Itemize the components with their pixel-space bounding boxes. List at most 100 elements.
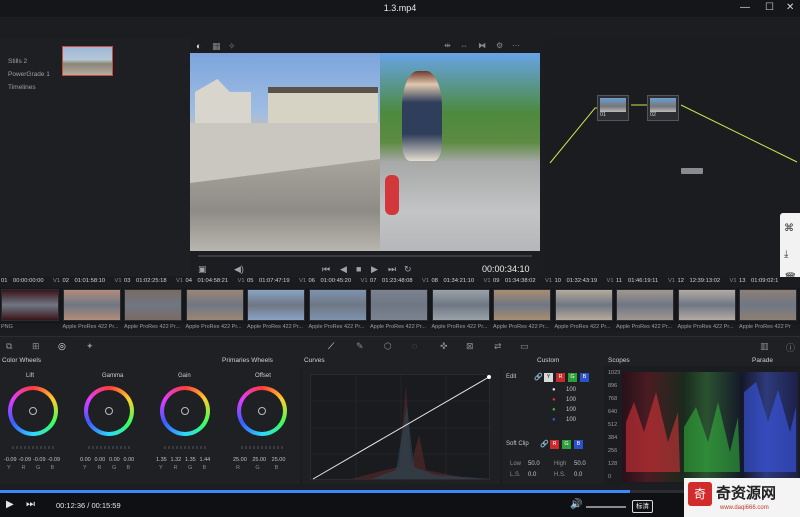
color-wheel[interactable] [84, 386, 134, 436]
wheel-value[interactable]: 1.35 [156, 457, 167, 463]
compare-icon[interactable]: ⇔ [460, 41, 468, 50]
wheel-value[interactable]: 1.44 [200, 457, 211, 463]
y-intensity[interactable]: 100 [566, 387, 576, 393]
link-icon[interactable]: 🔗 [534, 373, 543, 381]
gallery-item-timelines[interactable]: Timelines [0, 82, 60, 93]
still-thumbnail[interactable] [62, 46, 113, 76]
volume-icon[interactable]: 🔊 [570, 499, 582, 510]
color-match-icon[interactable]: ⊞ [32, 341, 40, 352]
key-icon[interactable]: ⇄ [494, 341, 502, 352]
clip-thumbnail[interactable] [431, 289, 490, 321]
quality-button[interactable]: 标清 [632, 500, 653, 513]
r-intensity[interactable]: 100 [566, 397, 576, 403]
channel-b-toggle[interactable]: B [580, 373, 589, 382]
high-value[interactable]: 50.0 [574, 461, 586, 467]
magic-mask-icon[interactable]: ✜ [440, 341, 448, 352]
channel-y-toggle[interactable]: Y [544, 373, 553, 382]
clip-thumbnail[interactable] [616, 289, 674, 321]
maximize-button[interactable]: ☐ [765, 2, 774, 13]
tracker-icon[interactable]: ◌ [412, 341, 417, 351]
window-icon[interactable]: ⬡ [384, 341, 392, 352]
wheel-puck[interactable] [29, 407, 37, 415]
clip-thumbnail[interactable] [62, 289, 121, 321]
color-wheels-icon[interactable]: ◎ [58, 341, 66, 352]
soft-clip-g[interactable]: G [562, 440, 571, 449]
ls-value[interactable]: 0.0 [528, 472, 536, 478]
soft-clip-r[interactable]: R [550, 440, 559, 449]
primaries-wheels-dropdown[interactable]: Primaries Wheels [222, 357, 273, 364]
gallery-item-stills[interactable]: Stills 2 [0, 56, 60, 67]
soft-clip-b[interactable]: B [574, 440, 583, 449]
channel-g-toggle[interactable]: G [568, 373, 577, 382]
wheel-value[interactable]: -0.09 [33, 457, 46, 463]
clip-thumbnail[interactable] [247, 289, 305, 321]
wheel-value[interactable]: -0.09 [19, 457, 32, 463]
close-button[interactable]: ✕ [786, 2, 794, 13]
wheel-value[interactable]: 25.00 [233, 457, 247, 463]
node-output[interactable] [681, 168, 703, 174]
split-icon[interactable]: ⇹ [444, 41, 451, 50]
clip-thumbnail[interactable] [677, 289, 736, 321]
video-viewer[interactable] [190, 53, 540, 251]
wheel-value[interactable]: -0.09 [4, 457, 17, 463]
channel-r-toggle[interactable]: R [556, 373, 565, 382]
clip-thumbnail[interactable] [554, 289, 613, 321]
wheel-value[interactable]: 1.32 [171, 457, 182, 463]
color-wheel[interactable] [8, 386, 58, 436]
wheel-puck[interactable] [181, 407, 189, 415]
wand-icon[interactable]: ✧ [228, 41, 236, 52]
low-value[interactable]: 50.0 [528, 461, 540, 467]
info-icon[interactable]: ⓘ [786, 341, 795, 354]
minimize-button[interactable]: — [740, 2, 750, 13]
node-02[interactable]: 02 [647, 95, 679, 121]
node-editor[interactable]: 01 02 [545, 38, 800, 276]
blur-icon[interactable]: ⊠ [466, 341, 474, 352]
clip-thumbnail[interactable] [493, 289, 551, 321]
parade-dropdown[interactable]: Parade [752, 357, 773, 364]
wheel-value[interactable]: 25.00 [252, 457, 266, 463]
wheel-value[interactable]: 0.00 [109, 457, 120, 463]
color-wheel[interactable] [237, 386, 287, 436]
sizing-icon[interactable]: ▭ [520, 341, 529, 352]
master-wheel[interactable] [88, 446, 130, 449]
player-progress[interactable] [0, 490, 800, 493]
more-icon[interactable]: ⋯ [512, 41, 520, 50]
clip-thumbnail[interactable] [370, 289, 428, 321]
loop-icon[interactable]: ↻ [404, 264, 412, 275]
wheel-puck[interactable] [258, 407, 266, 415]
stop-icon[interactable]: ■ [356, 264, 361, 274]
master-wheel[interactable] [12, 446, 54, 449]
clip-thumbnail[interactable] [185, 289, 244, 321]
clip-thumbnail[interactable] [1, 289, 59, 321]
wheel-value[interactable]: -0.09 [48, 457, 61, 463]
volume-icon[interactable]: ◀) [234, 264, 244, 275]
rgb-mixer-icon[interactable]: ✦ [86, 341, 94, 352]
settings-icon[interactable]: ⚙ [496, 41, 503, 50]
viewer-scrubber[interactable] [198, 255, 532, 257]
mirror-icon[interactable]: ⧓ [478, 41, 486, 50]
clip-thumbnail[interactable] [124, 289, 182, 321]
custom-dropdown[interactable]: Custom [537, 357, 559, 364]
soft-clip-link-icon[interactable]: 🔗 [540, 440, 549, 448]
grid-icon[interactable]: ▦ [212, 41, 221, 52]
play-icon[interactable]: ▶ [371, 264, 378, 275]
b-intensity[interactable]: 100 [566, 417, 576, 423]
volume-slider[interactable] [586, 506, 626, 508]
wheel-value[interactable]: 0.00 [80, 457, 91, 463]
hs-value[interactable]: 0.0 [574, 472, 582, 478]
master-wheel[interactable] [241, 446, 283, 449]
next-icon[interactable]: ⏭ [26, 499, 35, 510]
share-icon[interactable]: ⌘ [784, 223, 794, 234]
wheel-value[interactable]: 0.00 [95, 457, 106, 463]
scopes-icon[interactable]: ▥ [760, 341, 769, 352]
wheel-value[interactable]: 0.00 [124, 457, 135, 463]
wheel-puck[interactable] [105, 407, 113, 415]
master-wheel[interactable] [164, 446, 206, 449]
display-mode-icon[interactable]: ▣ [198, 264, 207, 275]
clip-thumbnail[interactable] [308, 289, 367, 321]
wheel-value[interactable]: 1.35 [185, 457, 196, 463]
node-01[interactable]: 01 [597, 95, 629, 121]
wheel-value[interactable]: 25.00 [272, 457, 286, 463]
curve-graph[interactable] [310, 374, 491, 481]
qualifier-icon[interactable]: ✎ [356, 341, 364, 352]
